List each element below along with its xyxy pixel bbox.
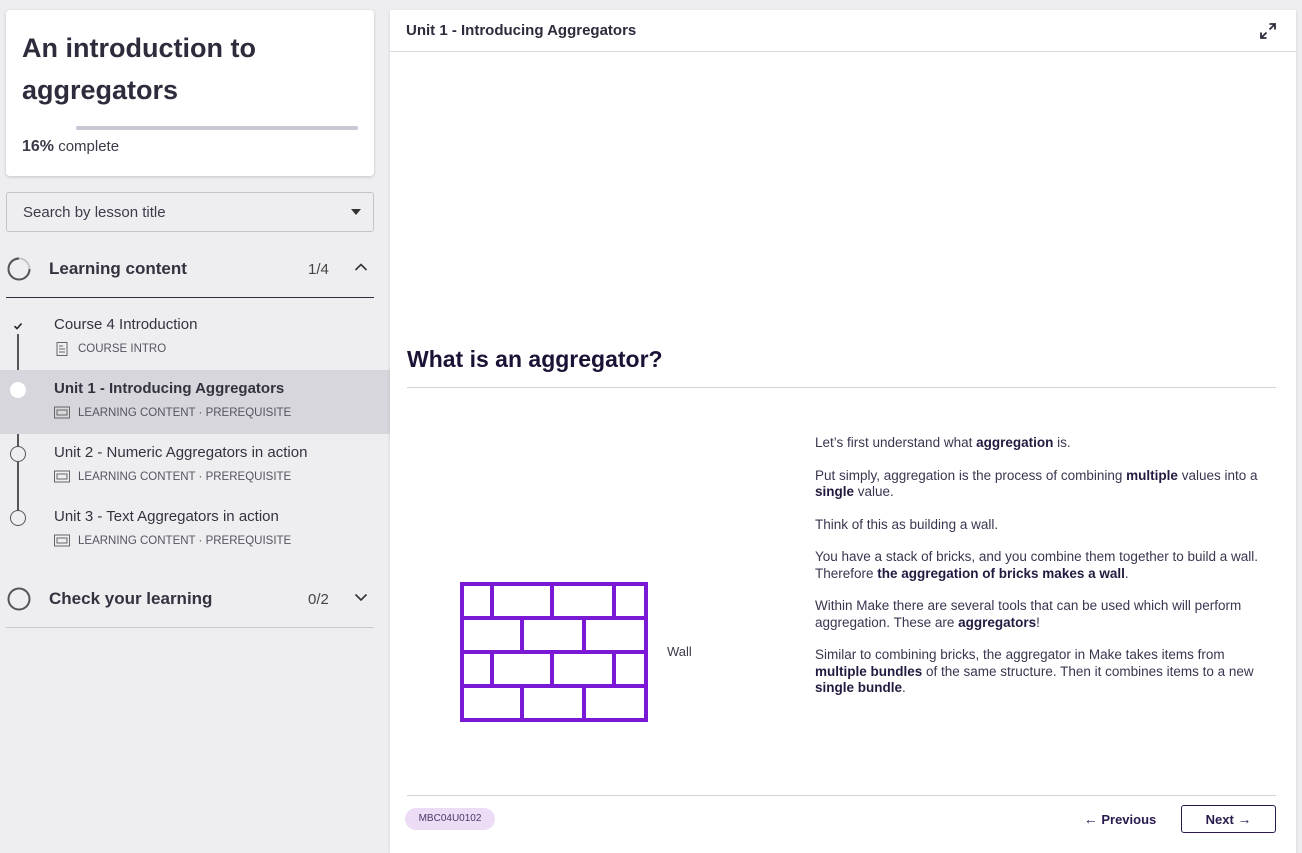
presentation-icon <box>54 470 70 483</box>
lesson-item-unit-2[interactable]: Unit 2 - Numeric Aggregators in action L… <box>0 434 390 498</box>
caret-down-icon <box>351 209 361 215</box>
lesson-meta: LEARNING CONTENT · PREREQUISITE <box>54 470 291 484</box>
previous-label: Previous <box>1101 811 1157 827</box>
next-label: Next <box>1205 811 1234 827</box>
content-paragraph: Within Make there are several tools that… <box>815 598 1265 631</box>
paragraph-text: Let’s first understand what <box>815 435 977 450</box>
lesson-item-unit-1[interactable]: Unit 1 - Introducing Aggregators LEARNIN… <box>0 370 390 434</box>
lesson-content-panel: Unit 1 - Introducing Aggregators What is… <box>390 10 1296 853</box>
paragraph-text: Think of this as building a wall. <box>815 516 999 532</box>
course-title: An introduction to aggregators <box>22 33 256 105</box>
content-paragraph: Similar to combining bricks, the aggrega… <box>815 647 1265 697</box>
lesson-active-dot <box>10 382 26 398</box>
previous-button[interactable]: ← Previous <box>1080 805 1160 833</box>
brick-wall-illustration <box>460 582 648 722</box>
lesson-meta-text: COURSE INTRO <box>78 343 167 355</box>
lesson-title: Unit 3 - Text Aggregators in action <box>54 508 279 525</box>
paragraph-text: of the same structure. Then it combines … <box>922 663 1254 679</box>
progress-percent: 16% <box>22 138 55 155</box>
paragraph-text: . <box>902 680 906 695</box>
partial-progress-ring-icon <box>7 257 31 281</box>
section-count: 1/4 <box>308 261 329 278</box>
check-icon <box>11 319 25 333</box>
lesson-item-unit-3[interactable]: Unit 3 - Text Aggregators in action LEAR… <box>0 498 390 562</box>
paragraph-text: values into a <box>1177 467 1258 483</box>
section-check-your-learning[interactable]: Check your learning 0/2 <box>6 570 374 628</box>
arrow-right-icon: → <box>1237 811 1252 827</box>
progress-fill <box>76 126 122 130</box>
section-count: 0/2 <box>308 591 329 608</box>
content-paragraph: Think of this as building a wall. <box>815 517 1265 534</box>
chevron-up-icon[interactable] <box>354 260 368 274</box>
search-placeholder: Search by lesson title <box>23 204 166 221</box>
next-button[interactable]: Next → <box>1181 805 1276 833</box>
content-paragraph: Put simply, aggregation is the process o… <box>815 468 1265 501</box>
paragraph-text: ! <box>1036 614 1040 630</box>
lesson-meta-text: LEARNING CONTENT · PREREQUISITE <box>78 471 292 483</box>
paragraph-text: . <box>1124 565 1129 581</box>
lesson-incomplete-dot <box>10 446 26 462</box>
chevron-down-icon[interactable] <box>354 590 368 604</box>
paragraph-text: value. <box>854 484 894 499</box>
emphasis-text: the aggregation of bricks makes a wall <box>877 565 1125 581</box>
emphasis-text: multiple bundles <box>815 663 923 679</box>
lesson-meta: LEARNING CONTENT · PREREQUISITE <box>54 534 291 548</box>
lesson-title: Course 4 Introduction <box>54 316 198 333</box>
content-paragraph: Let’s first understand what aggregation … <box>815 435 1265 452</box>
progress-text: 16% complete <box>22 138 119 156</box>
content-paragraph: You have a stack of bricks, and you comb… <box>815 549 1265 582</box>
expand-icon[interactable] <box>1258 21 1278 41</box>
footer-divider <box>407 795 1276 796</box>
lesson-title: Unit 2 - Numeric Aggregators in action <box>54 444 308 461</box>
empty-progress-ring-icon <box>7 587 31 611</box>
heading-divider <box>407 387 1276 388</box>
paragraph-text: Put simply, aggregation is the process o… <box>815 467 1127 483</box>
lesson-meta: COURSE INTRO <box>54 342 166 356</box>
content-heading: What is an aggregator? <box>407 346 663 372</box>
paragraph-text: is. <box>1053 435 1071 450</box>
lesson-code-badge: MBC04U0102 <box>405 808 495 830</box>
presentation-icon <box>54 406 70 419</box>
emphasis-text: aggregation <box>976 435 1054 450</box>
lesson-meta-text: LEARNING CONTENT · PREREQUISITE <box>78 407 292 419</box>
paragraph-text: Similar to combining bricks, the aggrega… <box>815 647 1225 662</box>
sidebar: An introduction to aggregators 16% compl… <box>0 0 390 853</box>
progress-bar <box>76 126 358 130</box>
section-learning-content[interactable]: Learning content 1/4 <box>6 240 374 298</box>
lesson-search-select[interactable]: Search by lesson title <box>6 192 374 232</box>
emphasis-text: single bundle <box>815 680 903 695</box>
emphasis-text: aggregators <box>958 614 1037 630</box>
presentation-icon <box>54 534 70 547</box>
progress-suffix: complete <box>58 138 120 155</box>
wall-label: Wall <box>667 644 692 659</box>
lesson-header-title: Unit 1 - Introducing Aggregators <box>406 22 637 39</box>
section-title: Check your learning <box>49 589 213 608</box>
lesson-meta: LEARNING CONTENT · PREREQUISITE <box>54 406 291 420</box>
section-title: Learning content <box>49 259 187 278</box>
emphasis-text: single <box>815 484 855 499</box>
course-card: An introduction to aggregators 16% compl… <box>6 10 374 176</box>
document-icon <box>56 342 68 356</box>
lesson-item-course-intro[interactable]: Course 4 Introduction COURSE INTRO <box>0 306 390 370</box>
lesson-meta-text: LEARNING CONTENT · PREREQUISITE <box>78 535 292 547</box>
arrow-left-icon: ← <box>1083 811 1098 827</box>
emphasis-text: multiple <box>1126 467 1178 483</box>
lesson-incomplete-dot <box>10 510 26 526</box>
lesson-header: Unit 1 - Introducing Aggregators <box>390 10 1296 52</box>
lesson-title: Unit 1 - Introducing Aggregators <box>54 380 285 397</box>
content-text: Let’s first understand what aggregation … <box>815 435 1265 713</box>
